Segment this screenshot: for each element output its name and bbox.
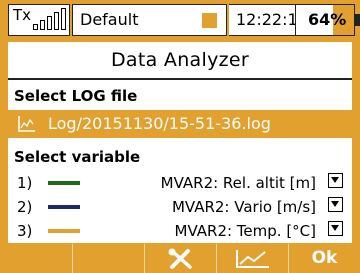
log-file-selector[interactable]: Log/20151130/15-51-36.log — [8, 110, 352, 138]
page-title: Data Analyzer — [111, 49, 249, 71]
function-button-1[interactable] — [0, 244, 72, 273]
function-button-2[interactable] — [72, 244, 144, 273]
model-color-square — [202, 13, 217, 28]
variable-color-line — [48, 181, 80, 185]
battery-indicator: 64% — [295, 4, 360, 36]
ok-button[interactable]: Ok — [288, 244, 360, 273]
ok-button-label: Ok — [311, 248, 338, 268]
log-file-path: Log/20151130/15-51-36.log — [48, 114, 271, 133]
variable-index: 1) — [17, 174, 33, 192]
variable-row-2[interactable]: 2) MVAR2: Vario [m/s] — [8, 195, 352, 219]
battery-cap — [355, 14, 360, 26]
variable-label: MVAR2: Temp. [°C] — [174, 222, 316, 240]
chart-icon — [235, 249, 269, 268]
status-bar: Tx Default 12:22:12 64% — [0, 0, 360, 40]
variable-color-line — [48, 205, 80, 209]
chart-button[interactable] — [216, 244, 288, 273]
button-bar: Ok — [0, 244, 360, 273]
variable-index: 3) — [17, 222, 33, 240]
variable-dropdown-icon[interactable] — [328, 197, 343, 212]
wrench-screwdriver-icon — [168, 248, 192, 269]
model-name-box: Default — [72, 4, 227, 36]
battery-percent: 64% — [308, 10, 347, 29]
variable-dropdown-icon[interactable] — [328, 173, 343, 188]
tools-button[interactable] — [144, 244, 216, 273]
title-divider — [8, 78, 352, 80]
variable-label: MVAR2: Vario [m/s] — [171, 198, 316, 216]
select-variable-heading: Select variable — [14, 148, 141, 166]
tx-label: Tx — [13, 6, 32, 24]
signal-bars-icon — [33, 8, 67, 30]
variable-label: MVAR2: Rel. altit [m] — [160, 174, 316, 192]
variable-dropdown-icon[interactable] — [328, 221, 343, 236]
model-name: Default — [80, 10, 139, 29]
variable-row-3[interactable]: 3) MVAR2: Temp. [°C] — [8, 219, 352, 243]
variable-row-1[interactable]: 1) MVAR2: Rel. altit [m] — [8, 171, 352, 195]
tx-signal-indicator: Tx — [8, 4, 70, 36]
main-panel: Data Analyzer Select LOG file Log/201511… — [8, 42, 352, 243]
variable-index: 2) — [17, 198, 33, 216]
variable-color-line — [48, 229, 80, 233]
select-log-heading: Select LOG file — [14, 87, 138, 105]
log-file-icon — [18, 116, 35, 132]
